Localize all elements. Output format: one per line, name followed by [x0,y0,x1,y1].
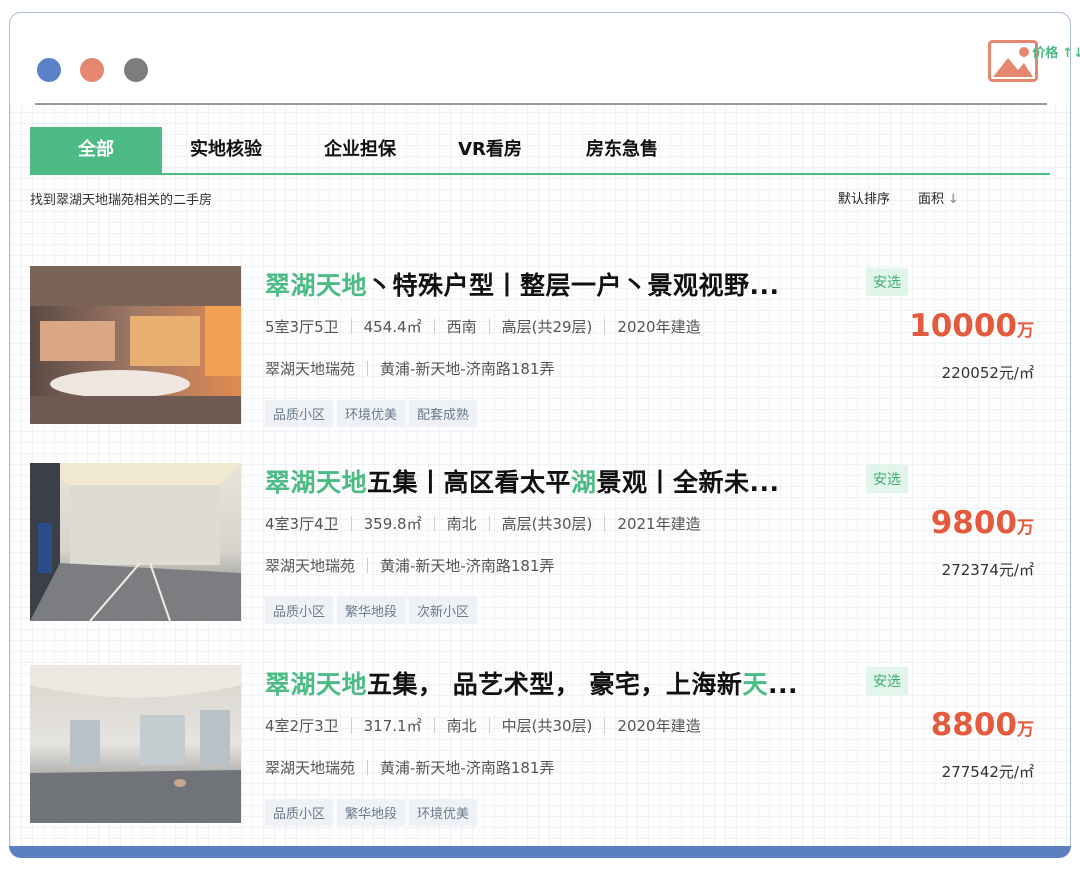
listing-photo[interactable] [30,463,241,621]
tag: 次新小区 [409,597,478,624]
arrow-up-down-icon: ↑↓ [1062,46,1080,61]
tag: 环境优美 [337,400,406,427]
listing-info: 4室2厅3卫 317.1㎡ 南北 中层(共30层) 2020年建造 [265,715,701,736]
orientation: 西南 [446,318,477,336]
price-unit: 万 [1017,720,1034,740]
window-dot-blue-icon[interactable] [37,58,61,82]
tag: 繁华地段 [337,597,406,624]
title-highlight-2: 湖 [571,468,597,497]
sort-default-label: 默认排序 [838,192,891,207]
area: 454.4㎡ [363,318,422,336]
tag: 品质小区 [265,597,334,624]
listing-tags: 品质小区 繁华地段 环境优美 [265,799,481,826]
tag: 品质小区 [265,400,334,427]
listing-address: 翠湖天地瑞苑 黄浦-新天地-济南路181弄 [265,555,554,576]
title-mid: 五集， 品艺术型， 豪宅，上海新 [367,670,743,699]
unit-price: 220052元/㎡ [941,364,1034,382]
anxuan-badge: 安选 [866,268,908,296]
room-layout: 5室3厅5卫 [265,318,339,336]
tab-urgent-sale[interactable]: 房东急售 [566,127,678,173]
listing-photo[interactable] [30,266,241,424]
listing-address: 翠湖天地瑞苑 黄浦-新天地-济南路181弄 [265,358,554,379]
price-unit: 万 [1017,518,1034,538]
tab-vr-viewing[interactable]: VR看房 [440,127,540,173]
total-price: 8800万 [931,707,1034,743]
area: 359.8㎡ [363,515,422,533]
community-name[interactable]: 翠湖天地瑞苑 [265,360,355,378]
tab-company-guarantee[interactable]: 企业担保 [304,127,416,173]
title-bar [10,13,1070,105]
room-layout: 4室2厅3卫 [265,717,339,735]
price-unit: 万 [1017,321,1034,341]
sort-price-label: 价格 [1032,46,1059,61]
anxuan-badge: 安选 [866,465,908,493]
title-mid: 五集丨高区看太平 [367,468,572,497]
listing-item[interactable]: 翠湖天地五集， 品艺术型， 豪宅，上海新天... 安选 4室2厅3卫 317.1㎡… [30,665,1034,826]
unit-price: 277542元/㎡ [941,763,1034,781]
title-highlight: 翠湖天地 [265,468,368,497]
floor: 高层(共29层) [501,318,593,336]
listing-title[interactable]: 翠湖天地丶特殊户型丨整层一户丶景观视野... [265,266,865,302]
floor: 中层(共30层) [501,717,593,735]
tag: 环境优美 [409,799,478,826]
price-value: 8800 [930,707,1017,743]
sort-price-button[interactable]: 价格 ↑↓ [983,42,1080,61]
tag: 配套成熟 [409,400,478,427]
listing-item[interactable]: 翠湖天地五集丨高区看太平湖景观丨全新未... 安选 4室3厅4卫 359.8㎡ 南北… [30,463,1034,624]
sort-default-button[interactable]: 默认排序 [838,188,890,207]
tab-all[interactable]: 全部 [30,127,162,173]
listing-info: 4室3厅4卫 359.8㎡ 南北 高层(共30层) 2021年建造 [265,513,701,534]
search-summary: 找到翠湖天地瑞苑相关的二手房 [30,193,213,208]
price-value: 9800 [930,505,1017,541]
listing-tags: 品质小区 环境优美 配套成熟 [265,400,481,427]
community-name[interactable]: 翠湖天地瑞苑 [265,557,355,575]
tag: 品质小区 [265,799,334,826]
tabs-underline [30,173,1050,175]
title-rest: 景观丨全新未... [596,468,780,497]
title-rest: ... [767,670,798,699]
price-value: 10000 [909,308,1017,344]
room-layout: 4室3厅4卫 [265,515,339,533]
tag: 繁华地段 [337,799,406,826]
window-bottom-bar [9,846,1071,858]
window-dot-orange-icon[interactable] [80,58,104,82]
listing-tags: 品质小区 繁华地段 次新小区 [265,597,481,624]
location[interactable]: 黄浦-新天地-济南路181弄 [380,360,554,378]
location[interactable]: 黄浦-新天地-济南路181弄 [380,759,554,777]
orientation: 南北 [446,717,477,735]
build-year: 2020年建造 [617,318,701,336]
title-highlight: 翠湖天地 [265,670,368,699]
listing-item[interactable]: 翠湖天地丶特殊户型丨整层一户丶景观视野... 安选 5室3厅5卫 454.4㎡ 西南… [30,266,1034,427]
community-name[interactable]: 翠湖天地瑞苑 [265,759,355,777]
title-rest: 丶特殊户型丨整层一户丶景观视野... [367,271,780,300]
sort-area-label: 面积 [918,192,945,207]
window-dot-gray-icon[interactable] [124,58,148,82]
listing-photo[interactable] [30,665,241,823]
area: 317.1㎡ [363,717,422,735]
build-year: 2020年建造 [617,717,701,735]
arrow-down-icon: ↓ [948,192,959,207]
listing-info: 5室3厅5卫 454.4㎡ 西南 高层(共29层) 2020年建造 [265,316,701,337]
floor: 高层(共30层) [501,515,593,533]
title-highlight: 翠湖天地 [265,271,368,300]
build-year: 2021年建造 [617,515,701,533]
total-price: 10000万 [909,308,1034,344]
total-price: 9800万 [931,505,1034,541]
unit-price: 272374元/㎡ [941,561,1034,579]
title-divider [35,103,1047,105]
listing-title[interactable]: 翠湖天地五集， 品艺术型， 豪宅，上海新天... [265,665,865,701]
title-highlight-2: 天 [742,670,768,699]
location[interactable]: 黄浦-新天地-济南路181弄 [380,557,554,575]
orientation: 南北 [446,515,477,533]
filter-tabs: 全部 实地核验 企业担保 VR看房 房东急售 [30,127,1050,173]
listing-title[interactable]: 翠湖天地五集丨高区看太平湖景观丨全新未... [265,463,865,499]
anxuan-badge: 安选 [866,667,908,695]
tab-onsite-verified[interactable]: 实地核验 [170,127,282,173]
sort-area-button[interactable]: 面积 ↓ [918,188,959,207]
listing-address: 翠湖天地瑞苑 黄浦-新天地-济南路181弄 [265,757,554,778]
